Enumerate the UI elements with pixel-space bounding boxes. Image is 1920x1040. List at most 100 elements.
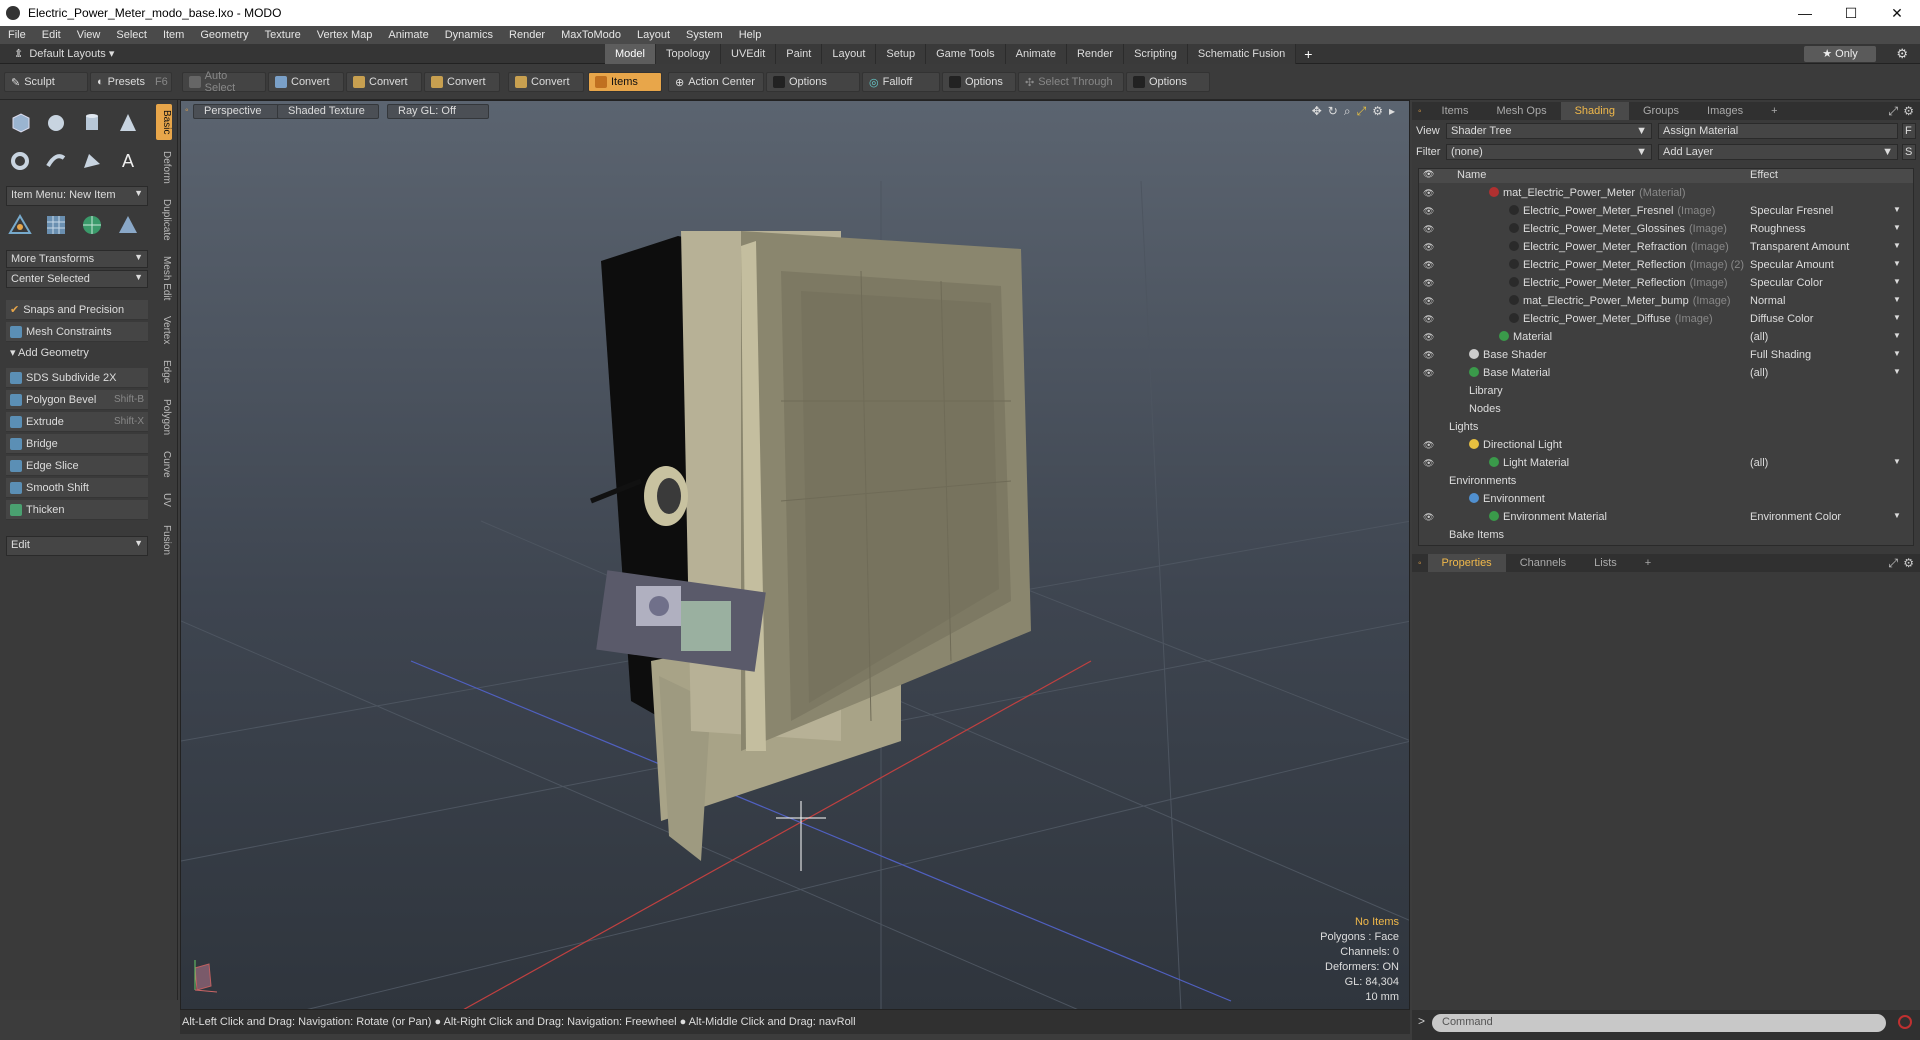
shader-tree-row[interactable]: 👁 Material (all) ▼ — [1419, 329, 1913, 347]
cube-primitive-icon[interactable] — [6, 110, 34, 136]
falloff-options-button[interactable]: Options — [942, 72, 1016, 92]
pen-tool-icon[interactable] — [78, 148, 106, 174]
visibility-eye-icon[interactable]: 👁 — [1423, 224, 1435, 234]
shader-tree-row[interactable]: 👁 Electric_Power_Meter_Refraction (Image) T… — [1419, 239, 1913, 257]
visibility-eye-icon[interactable]: 👁 — [1423, 458, 1435, 468]
add-tab-icon[interactable]: + — [1296, 44, 1320, 64]
visibility-eye-icon[interactable]: 👁 — [1423, 278, 1435, 288]
effect-dropdown[interactable]: Specular Amount — [1750, 259, 1900, 271]
tab-lists[interactable]: Lists — [1580, 554, 1631, 572]
tube-primitive-icon[interactable] — [42, 148, 70, 174]
menu-file[interactable]: File — [0, 29, 34, 41]
shader-tree-row[interactable]: 👁 Electric_Power_Meter_Reflection (Image) … — [1419, 257, 1913, 275]
pyramid-icon[interactable] — [114, 212, 142, 238]
menu-edit[interactable]: Edit — [34, 29, 69, 41]
shader-tree-row[interactable]: Environments — [1419, 473, 1913, 491]
shader-tree-row[interactable]: 👁 Base Material (all) ▼ — [1419, 365, 1913, 383]
convert-edge-button[interactable]: Convert — [346, 72, 422, 92]
tab-shading[interactable]: Shading — [1560, 102, 1629, 120]
3d-viewport[interactable]: ◦ Perspective Shaded Texture Ray GL: Off… — [180, 100, 1410, 1010]
shader-tree-row[interactable]: 👁 Environment Material Environment Color ▼ — [1419, 509, 1913, 527]
shader-tree-row[interactable]: 👁 Electric_Power_Meter_Fresnel (Image) Spec… — [1419, 203, 1913, 221]
more-transforms-dropdown[interactable]: More Transforms ▼ — [6, 250, 148, 268]
menu-dynamics[interactable]: Dynamics — [437, 29, 501, 41]
shader-tree-row[interactable]: 👁 Base Shader Full Shading ▼ — [1419, 347, 1913, 365]
only-toggle[interactable]: ★ Only — [1804, 46, 1876, 62]
vtab-edge[interactable]: Edge — [156, 356, 172, 388]
visibility-eye-icon[interactable]: 👁 — [1423, 206, 1435, 216]
visibility-eye-icon[interactable]: 👁 — [1423, 296, 1435, 306]
command-input[interactable]: Command — [1432, 1014, 1886, 1032]
snaps-precision-button[interactable]: ✔ Snaps and Precision — [6, 300, 148, 320]
tab-scripting[interactable]: Scripting — [1124, 44, 1188, 64]
tab-render[interactable]: Render — [1066, 44, 1125, 64]
convert-polygon-button[interactable]: Convert — [424, 72, 500, 92]
visibility-eye-icon[interactable]: 👁 — [1423, 440, 1435, 450]
auto-select-button[interactable]: Auto Select — [182, 70, 266, 94]
transform-icon[interactable] — [6, 212, 34, 238]
shader-tree-row[interactable]: 👁 mat_Electric_Power_Meter (Material) — [1419, 185, 1913, 203]
menu-render[interactable]: Render — [501, 29, 553, 41]
close-button[interactable]: ✕ — [1874, 0, 1920, 26]
vtab-deform[interactable]: Deform — [156, 146, 172, 188]
s-button[interactable]: S — [1902, 144, 1916, 160]
items-mode-button[interactable]: Items — [588, 72, 662, 92]
f-button[interactable]: F — [1902, 123, 1916, 139]
select-through-options-button[interactable]: Options — [1126, 72, 1210, 92]
add-geometry-section[interactable]: ▾ Add Geometry — [6, 346, 148, 362]
viewport-settings-icon[interactable]: ⚙ — [1372, 104, 1383, 119]
vtab-polygon[interactable]: Polygon — [156, 394, 172, 440]
sculpt-button[interactable]: ✎ Sculpt — [4, 72, 88, 92]
cone-primitive-icon[interactable] — [114, 110, 142, 136]
zoom-icon[interactable]: ⌕ — [1344, 104, 1351, 119]
panel-gear-icon[interactable]: ⚙ — [1903, 104, 1914, 118]
panel-expand-icon[interactable]: ⤢ — [1888, 104, 1898, 119]
shader-tree-row[interactable]: Environment — [1419, 491, 1913, 509]
center-selected-dropdown[interactable]: Center Selected ▼ — [6, 270, 148, 288]
menu-animate[interactable]: Animate — [380, 29, 436, 41]
assign-material-button[interactable]: Assign Material — [1658, 123, 1898, 139]
effect-dropdown[interactable]: Roughness — [1750, 223, 1900, 235]
tab-animate[interactable]: Animate — [1005, 44, 1067, 64]
visibility-eye-icon[interactable]: 👁 — [1423, 188, 1435, 198]
shader-tree-row[interactable]: Lights — [1419, 419, 1913, 437]
select-through-button[interactable]: ✣ Select Through — [1018, 72, 1124, 92]
tab-layout[interactable]: Layout — [822, 44, 877, 64]
shader-tree-row[interactable]: 👁 Electric_Power_Meter_Diffuse (Image) Diff… — [1419, 311, 1913, 329]
effect-dropdown[interactable]: Specular Fresnel — [1750, 205, 1900, 217]
visibility-eye-icon[interactable]: 👁 — [1423, 512, 1435, 522]
maximize-button[interactable]: ☐ — [1828, 0, 1874, 26]
tab-game-tools[interactable]: Game Tools — [926, 44, 1006, 64]
perspective-view-button[interactable]: Perspective — [193, 104, 279, 119]
menu-system[interactable]: System — [678, 29, 731, 41]
menu-texture[interactable]: Texture — [257, 29, 309, 41]
vtab-mesh-edit[interactable]: Mesh Edit — [156, 252, 172, 304]
torus-primitive-icon[interactable] — [6, 148, 34, 174]
visibility-eye-icon[interactable]: 👁 — [1423, 242, 1435, 252]
effect-dropdown[interactable]: Full Shading — [1750, 349, 1900, 361]
minimize-button[interactable]: — — [1782, 0, 1828, 26]
menu-maxtomodo[interactable]: MaxToModo — [553, 29, 629, 41]
sphere-primitive-icon[interactable] — [42, 110, 70, 136]
effect-dropdown[interactable]: (all) — [1750, 331, 1900, 343]
vtab-curve[interactable]: Curve — [156, 446, 172, 482]
raygl-button[interactable]: Ray GL: Off — [387, 104, 489, 119]
default-layouts-dropdown[interactable]: ⇭ Default Layouts ▾ — [14, 47, 114, 60]
edit-dropdown[interactable]: Edit ▼ — [6, 536, 148, 556]
menu-view[interactable]: View — [69, 29, 109, 41]
edge-slice-button[interactable]: Edge Slice — [6, 456, 148, 476]
shader-tree-row[interactable]: Bake Items — [1419, 527, 1913, 545]
effect-dropdown[interactable]: (all) — [1750, 367, 1900, 379]
menu-geometry[interactable]: Geometry — [192, 29, 256, 41]
thicken-button[interactable]: Thicken — [6, 500, 148, 520]
convert-material-button[interactable]: Convert — [508, 72, 584, 92]
panel-expand-icon[interactable]: ⤢ — [1888, 556, 1898, 571]
tab-groups[interactable]: Groups — [1629, 102, 1693, 120]
tab-properties[interactable]: Properties — [1427, 554, 1506, 572]
panel-gear-icon[interactable]: ⚙ — [1903, 556, 1914, 570]
add-panel-tab-icon[interactable]: + — [1631, 554, 1665, 572]
tab-topology[interactable]: Topology — [655, 44, 722, 64]
shader-tree-row[interactable]: 👁 Electric_Power_Meter_Glossines (Image) Ro… — [1419, 221, 1913, 239]
effect-dropdown[interactable]: Environment Color — [1750, 511, 1900, 523]
menu-help[interactable]: Help — [731, 29, 770, 41]
